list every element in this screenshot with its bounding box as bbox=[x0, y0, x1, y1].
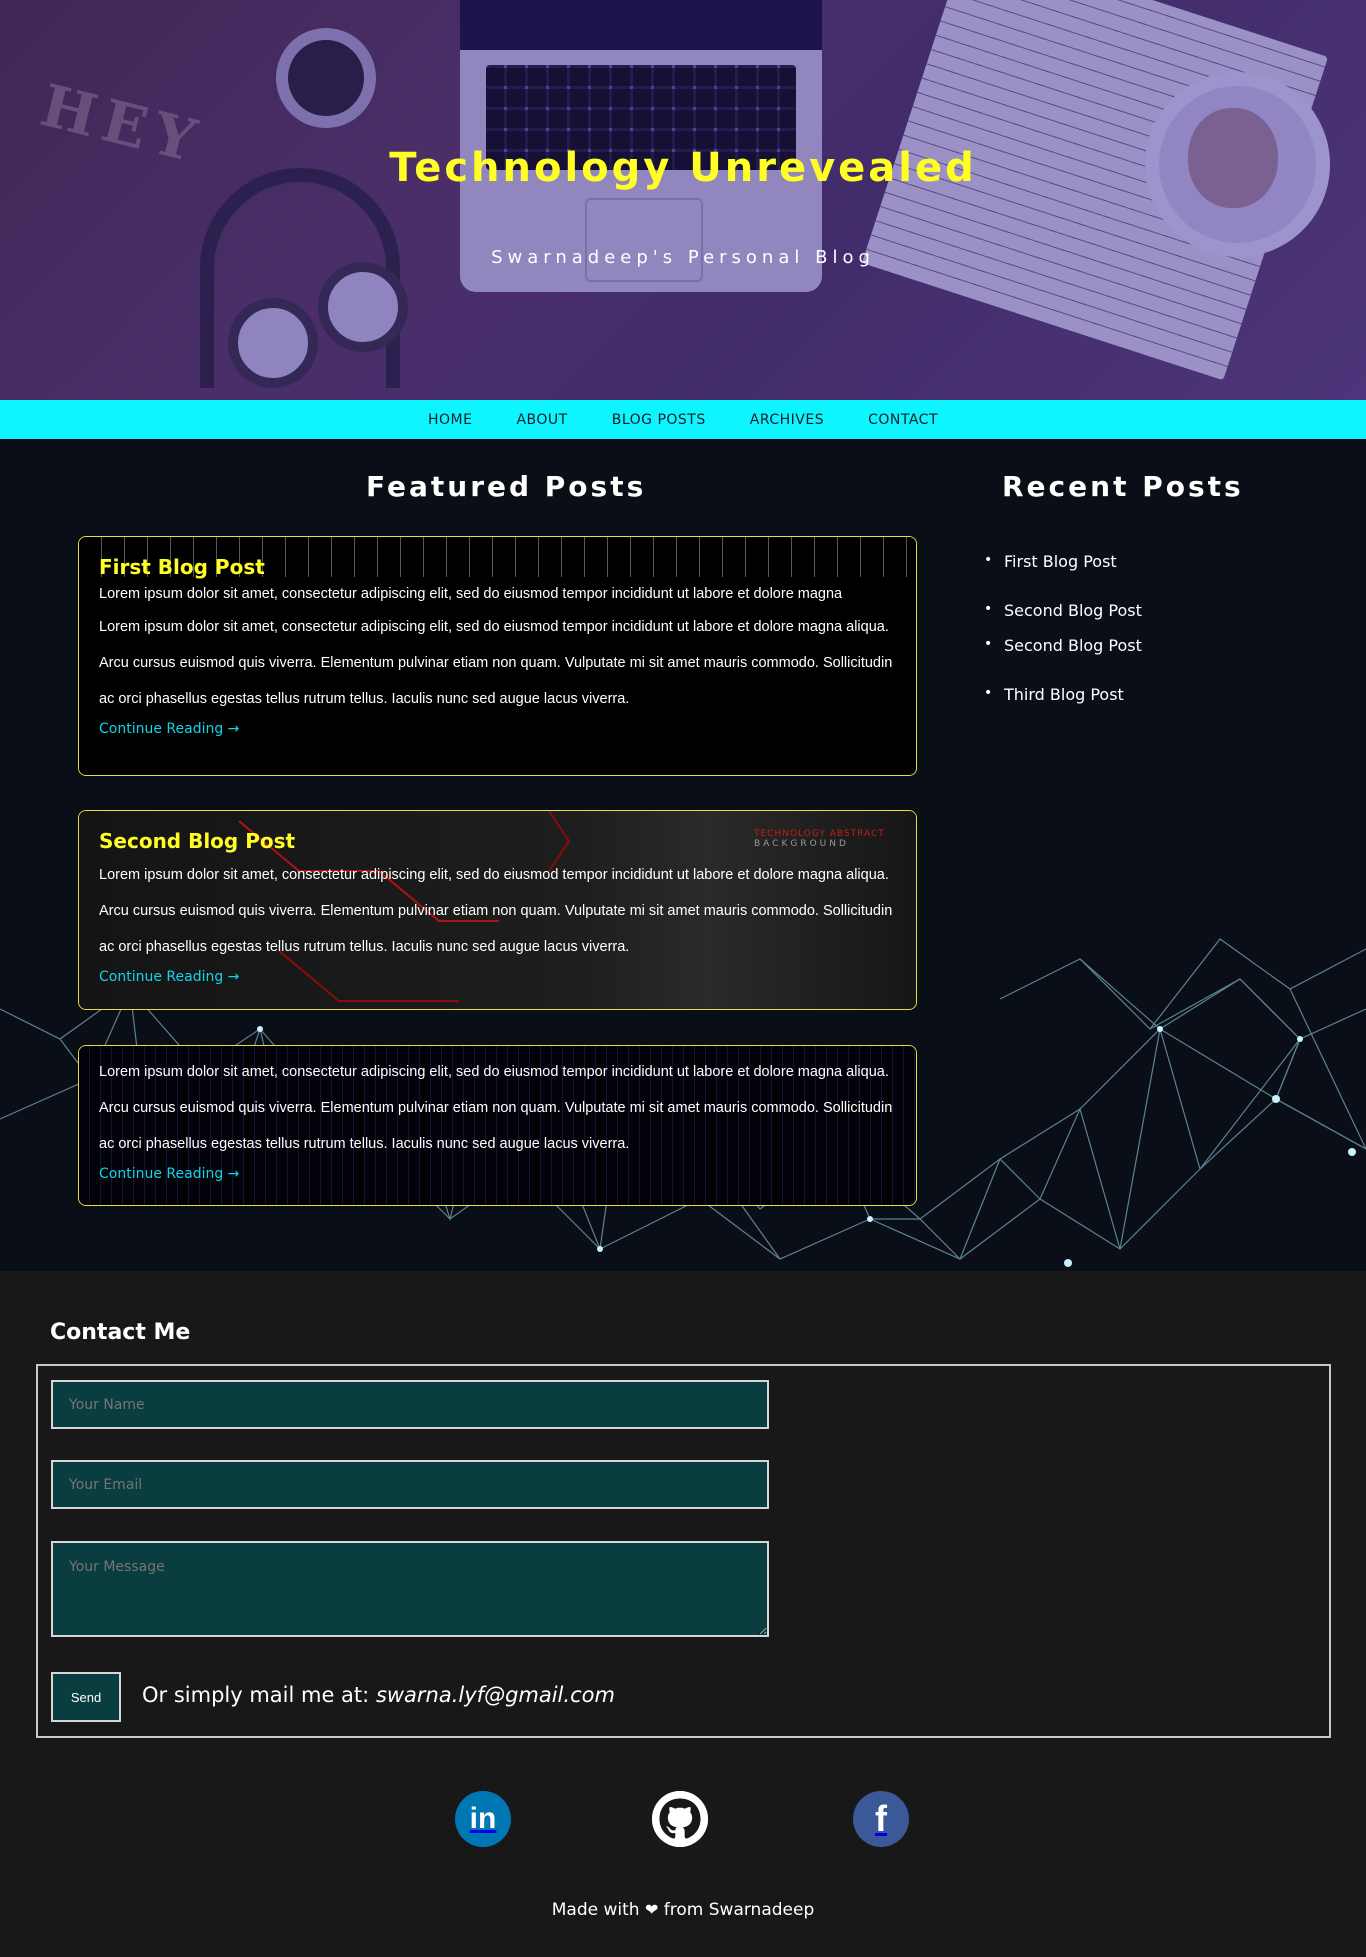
email-field[interactable] bbox=[51, 1460, 769, 1509]
github-octocat-glyph bbox=[652, 1791, 708, 1847]
send-button[interactable]: Send bbox=[51, 1672, 121, 1722]
linkedin-icon[interactable]: in bbox=[455, 1791, 511, 1847]
continue-reading-link[interactable]: Continue Reading → bbox=[99, 1166, 239, 1182]
post-body: Lorem ipsum dolor sit amet, consectetur … bbox=[99, 619, 893, 707]
mail-prefix: Or simply mail me at: bbox=[142, 1683, 370, 1707]
continue-reading-link[interactable]: Continue Reading → bbox=[99, 721, 239, 737]
main-content: Featured Posts Recent Posts First Blog P… bbox=[0, 439, 1366, 1271]
footer-prefix: Made with bbox=[551, 1900, 640, 1920]
nav-contact[interactable]: CONTACT bbox=[868, 412, 938, 428]
linkedin-label: in bbox=[469, 1802, 497, 1835]
site-subtitle: Swarnadeep's Personal Blog bbox=[491, 247, 875, 268]
post-body: Lorem ipsum dolor sit amet, consectetur … bbox=[99, 1064, 893, 1152]
recent-posts-heading: Recent Posts bbox=[1002, 470, 1244, 503]
hero-overlay bbox=[0, 0, 1366, 400]
main-nav: HOME ABOUT BLOG POSTS ARCHIVES CONTACT bbox=[0, 400, 1366, 439]
post-excerpt: Lorem ipsum dolor sit amet, consectetur … bbox=[99, 586, 843, 602]
nav-archives[interactable]: ARCHIVES bbox=[750, 412, 824, 428]
contact-heading: Contact Me bbox=[50, 1320, 191, 1345]
continue-reading-link[interactable]: Continue Reading → bbox=[99, 969, 239, 985]
recent-post-item[interactable]: First Blog Post bbox=[984, 552, 1142, 571]
mail-line: Or simply mail me at: swarna.lyf@gmail.c… bbox=[142, 1683, 615, 1707]
message-field[interactable] bbox=[51, 1541, 769, 1637]
site-title: Technology Unrevealed bbox=[389, 145, 977, 191]
post-card-second: TECHNOLOGY ABSTRACT BACKGROUND Second Bl… bbox=[78, 810, 917, 1010]
recent-posts-list: First Blog Post Second Blog Post Second … bbox=[984, 552, 1142, 704]
nav-blog-posts[interactable]: BLOG POSTS bbox=[612, 412, 706, 428]
nav-home[interactable]: HOME bbox=[428, 412, 472, 428]
recent-post-item[interactable]: Third Blog Post bbox=[984, 685, 1142, 704]
hero-banner: HEY Technology Unrevealed Swarnadeep's P… bbox=[0, 0, 1366, 400]
recent-post-item[interactable]: Second Blog Post bbox=[984, 601, 1142, 620]
post-card-third: Lorem ipsum dolor sit amet, consectetur … bbox=[78, 1045, 917, 1206]
footer-suffix: from Swarnadeep bbox=[663, 1900, 815, 1920]
name-field[interactable] bbox=[51, 1380, 769, 1429]
post-card-first: First Blog Post Lorem ipsum dolor sit am… bbox=[78, 536, 917, 776]
facebook-icon[interactable]: f bbox=[853, 1791, 909, 1847]
post-body: Lorem ipsum dolor sit amet, consectetur … bbox=[99, 867, 893, 955]
post-title[interactable]: First Blog Post bbox=[99, 555, 896, 579]
footer-credit: Made with ❤ from Swarnadeep bbox=[0, 1900, 1366, 1920]
facebook-label: f bbox=[875, 1798, 887, 1839]
featured-posts-heading: Featured Posts bbox=[366, 470, 647, 503]
recent-post-item[interactable]: Second Blog Post bbox=[984, 636, 1142, 655]
heart-icon: ❤ bbox=[644, 1900, 659, 1919]
github-icon[interactable] bbox=[652, 1791, 708, 1847]
post-title[interactable]: Second Blog Post bbox=[99, 829, 896, 853]
mail-address[interactable]: swarna.lyf@gmail.com bbox=[376, 1683, 615, 1707]
nav-about[interactable]: ABOUT bbox=[516, 412, 567, 428]
